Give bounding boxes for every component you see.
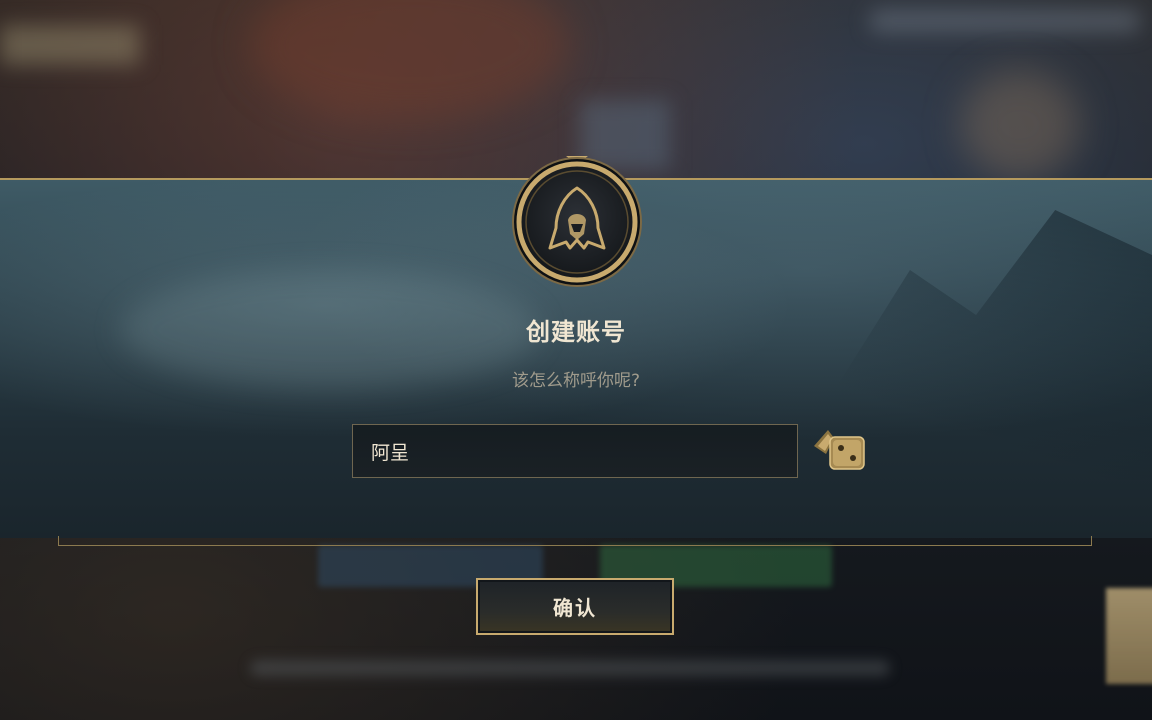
background-banner [0, 25, 140, 65]
random-name-button[interactable] [812, 424, 868, 474]
dice-icon [814, 430, 865, 470]
dialog-title: 创建账号 [526, 318, 626, 346]
login-screen: 创建账号 该怎么称呼你呢? 确认 [0, 0, 1152, 720]
background-header-text [870, 10, 1140, 32]
confirm-button[interactable]: 确认 [476, 578, 674, 635]
dialog-subtitle: 该怎么称呼你呢? [511, 371, 641, 391]
background-character [960, 70, 1080, 180]
background-figure [250, 0, 570, 120]
background-side-card [1106, 588, 1152, 684]
dialog-underline-frame [58, 536, 1092, 546]
hooded-figure-icon [508, 150, 646, 288]
summoner-name-input[interactable] [352, 424, 798, 478]
background-footer-text [250, 660, 890, 676]
